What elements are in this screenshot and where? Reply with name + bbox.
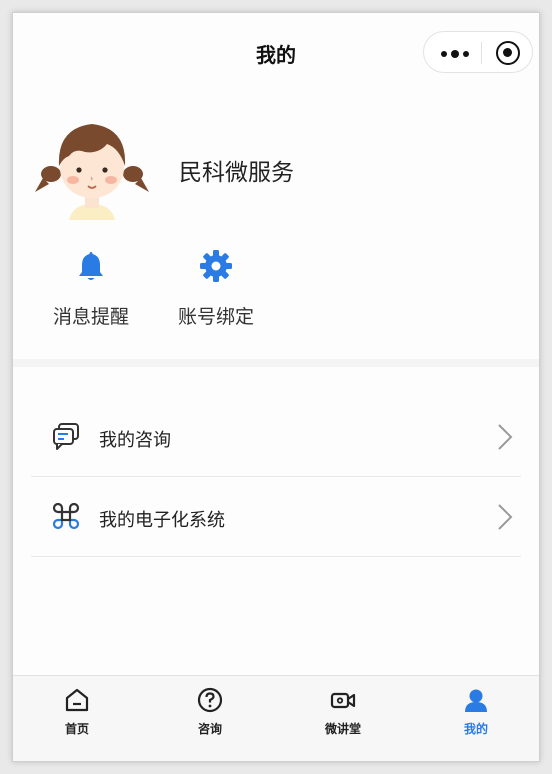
menu-item-label: 我的电子化系统 (99, 510, 225, 531)
mini-program-capsule (423, 31, 533, 73)
avatar[interactable] (33, 108, 151, 226)
tab-consult[interactable]: 咨询 (170, 686, 250, 737)
gear-icon (200, 250, 232, 282)
menu-item-my-electronic-system[interactable]: 我的电子化系统 (31, 477, 521, 557)
home-icon (65, 688, 89, 712)
tab-label: 咨询 (197, 722, 222, 736)
tab-home[interactable]: 首页 (37, 686, 117, 737)
quick-action-label: 消息提醒 (52, 306, 129, 328)
capsule-divider (481, 42, 482, 64)
tab-micro-lecture[interactable]: 微讲堂 (303, 686, 383, 737)
close-target-icon[interactable] (496, 41, 520, 65)
quick-action-notifications[interactable]: 消息提醒 (41, 248, 141, 329)
tab-mine[interactable]: 我的 (436, 686, 516, 737)
quick-action-account-binding[interactable]: 账号绑定 (166, 248, 266, 329)
user-icon (465, 689, 487, 712)
more-dots-icon[interactable] (441, 50, 471, 58)
chat-bubbles-icon (53, 423, 79, 450)
tab-label: 微讲堂 (324, 722, 361, 736)
phone-screen: 我的 民科微服务 消息提醒 账号绑定 我的咨询 我的电子化系统 首页 咨询 微讲… (12, 12, 540, 762)
chevron-right-icon (498, 424, 513, 450)
quick-action-label: 账号绑定 (177, 306, 254, 328)
tab-label: 首页 (64, 722, 89, 736)
profile-name: 民科微服务 (179, 160, 294, 186)
command-icon (52, 502, 80, 530)
bell-icon (79, 252, 103, 280)
navigation-bar: 我的 (13, 13, 539, 93)
chevron-right-icon (498, 504, 513, 530)
menu-item-label: 我的咨询 (99, 430, 171, 451)
question-icon (197, 687, 223, 713)
tab-bar: 首页 咨询 微讲堂 我的 (13, 675, 539, 761)
menu-item-my-consultations[interactable]: 我的咨询 (31, 397, 521, 477)
menu-list: 我的咨询 我的电子化系统 (31, 397, 521, 557)
section-divider (13, 359, 539, 367)
tab-label: 我的 (463, 722, 488, 736)
video-camera-icon (330, 692, 356, 709)
